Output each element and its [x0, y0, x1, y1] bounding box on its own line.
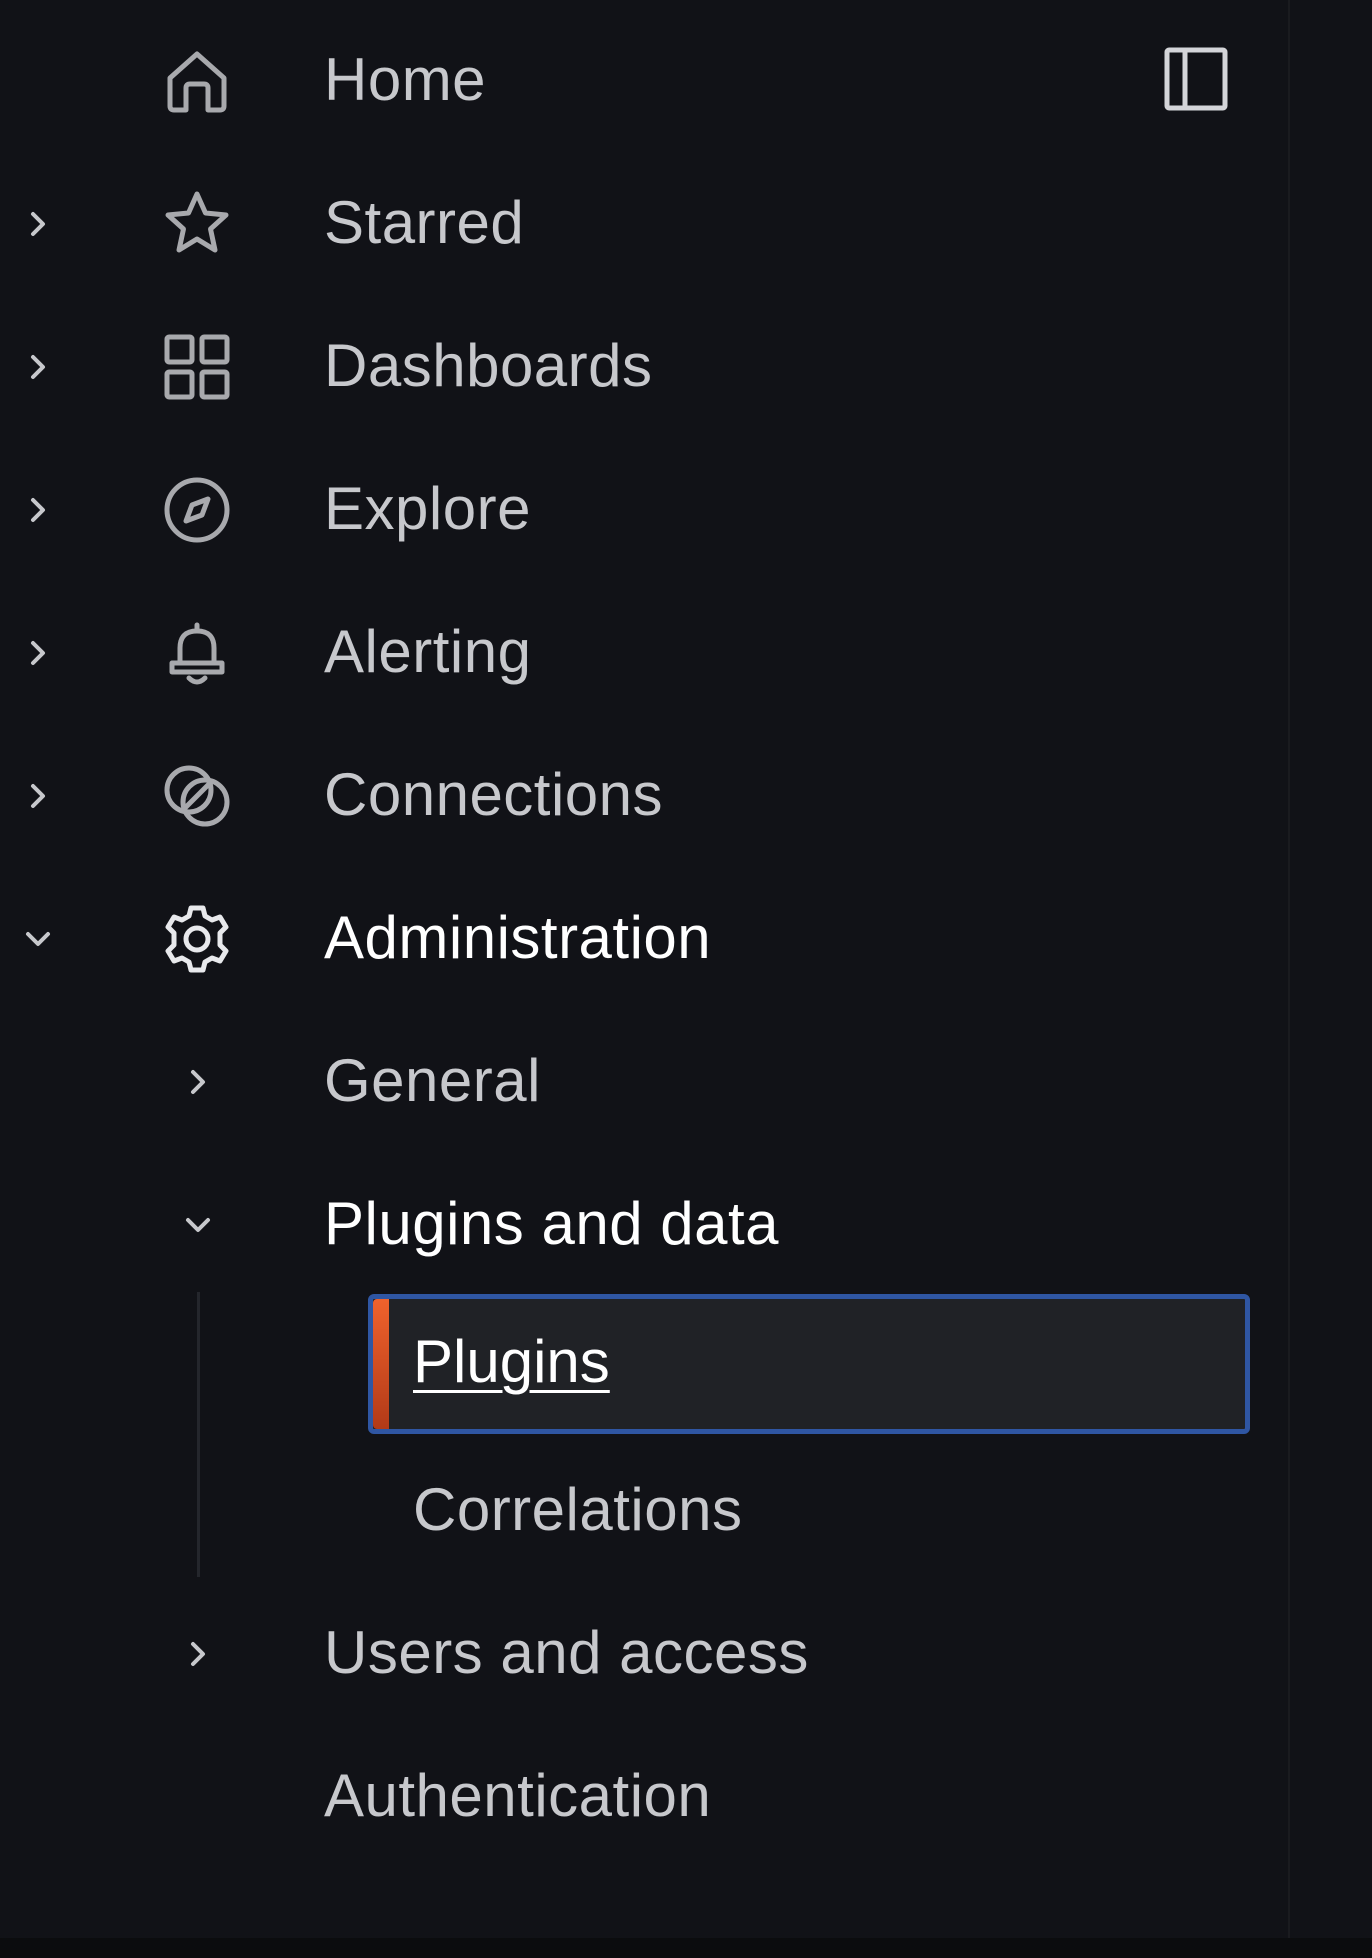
nav-item-alerting[interactable]: Alerting	[0, 581, 1288, 724]
nav-item-label: Connections	[324, 761, 664, 828]
chevron-right-icon[interactable]	[16, 774, 60, 818]
nav-item-label: General	[324, 1047, 541, 1114]
nav-item-label: Plugins	[413, 1328, 610, 1395]
nav-item-label: Home	[324, 46, 487, 113]
nav-item-correlations[interactable]: Correlations	[0, 1439, 1288, 1582]
nav-item-connections[interactable]: Connections	[0, 724, 1288, 867]
chevron-right-icon[interactable]	[16, 202, 60, 246]
chevron-right-icon[interactable]	[176, 1632, 220, 1676]
nav-item-label: Administration	[324, 904, 712, 971]
nav-item-label: Users and access	[324, 1619, 809, 1686]
nav-item-starred[interactable]: Starred	[0, 152, 1288, 295]
nav-item-label: Starred	[324, 189, 525, 256]
compass-icon	[160, 473, 234, 547]
chevron-right-icon[interactable]	[16, 345, 60, 389]
nav-item-label: Authentication	[324, 1762, 712, 1829]
active-indicator	[373, 1299, 389, 1429]
bottom-edge	[0, 1938, 1372, 1958]
connections-icon	[160, 759, 234, 833]
chevron-right-icon[interactable]	[16, 631, 60, 675]
nav-item-label: Correlations	[413, 1476, 743, 1543]
chevron-down-icon[interactable]	[16, 917, 60, 961]
nav-item-administration[interactable]: Administration	[0, 867, 1288, 1010]
nav-item-plugins-and-data[interactable]: Plugins and data	[0, 1153, 1288, 1296]
star-icon	[160, 187, 234, 261]
content-area-edge	[1290, 0, 1372, 1938]
nav-item-plugins[interactable]: Plugins	[368, 1294, 1250, 1434]
nav-item-label: Explore	[324, 475, 531, 542]
nav-item-users-and-access[interactable]: Users and access	[0, 1582, 1288, 1725]
nav-item-label: Dashboards	[324, 332, 653, 399]
apps-grid-icon	[160, 330, 234, 404]
home-icon	[160, 44, 234, 118]
chevron-down-icon[interactable]	[176, 1203, 220, 1247]
nav-item-explore[interactable]: Explore	[0, 438, 1288, 581]
chevron-right-icon[interactable]	[176, 1060, 220, 1104]
nav-item-label: Alerting	[324, 618, 532, 685]
navigation-menu: Home Starred Dashboards Explore Alerting…	[0, 0, 1288, 1938]
nav-item-general[interactable]: General	[0, 1010, 1288, 1153]
nav-item-home[interactable]: Home	[0, 9, 1288, 152]
gear-icon	[160, 902, 234, 976]
nav-item-authentication[interactable]: Authentication	[0, 1725, 1288, 1868]
nav-item-label: Plugins and data	[324, 1190, 780, 1257]
bell-icon	[160, 616, 234, 690]
chevron-right-icon[interactable]	[16, 488, 60, 532]
nav-item-dashboards[interactable]: Dashboards	[0, 295, 1288, 438]
